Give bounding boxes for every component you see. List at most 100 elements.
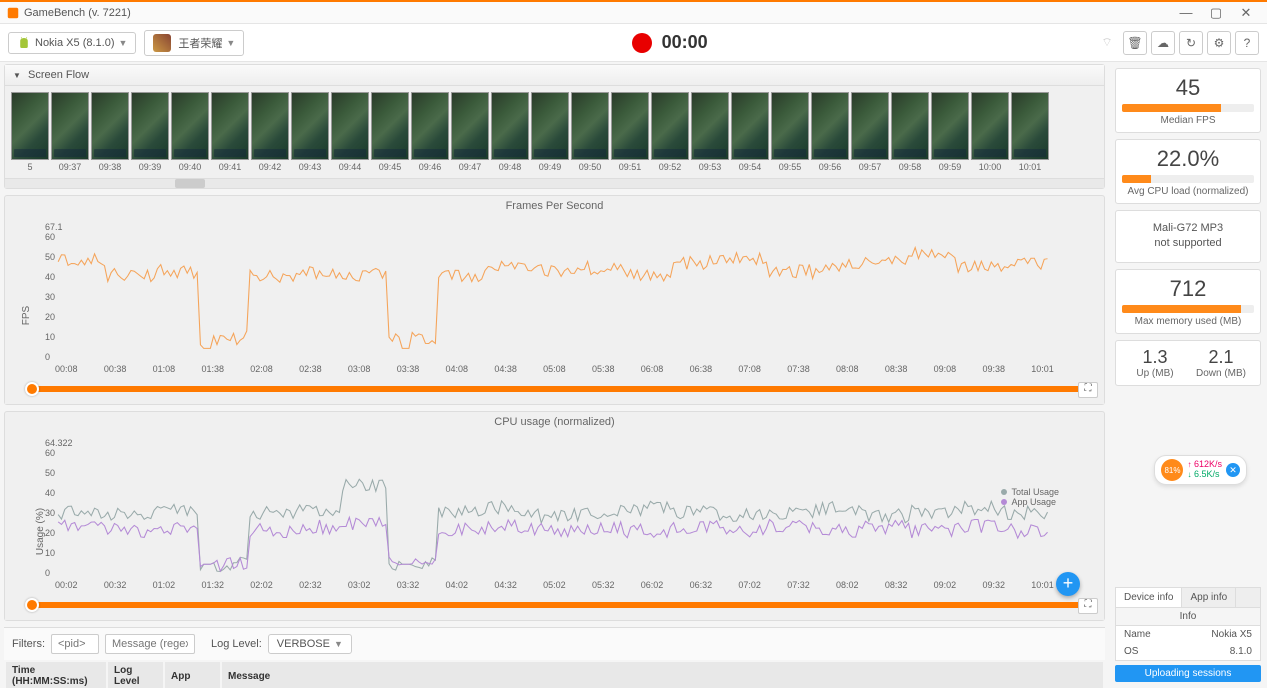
thumbnail[interactable]: 5	[11, 92, 49, 172]
speed-percent: 81%	[1161, 459, 1183, 481]
thumbnail[interactable]: 09:48	[491, 92, 529, 172]
thumbnail[interactable]: 09:46	[411, 92, 449, 172]
col-app[interactable]: App	[165, 662, 220, 688]
thumbnail[interactable]: 09:56	[811, 92, 849, 172]
thumbnail-image	[891, 92, 929, 160]
thumbnail-time: 09:48	[499, 162, 522, 172]
fps-slider[interactable]	[25, 386, 1084, 392]
fps-chart	[15, 222, 1094, 362]
thumbnail-image	[1011, 92, 1049, 160]
thumbnail[interactable]: 09:52	[651, 92, 689, 172]
thumbnail-time: 10:00	[979, 162, 1002, 172]
col-time[interactable]: Time (HH:MM:SS:ms)	[6, 662, 106, 688]
settings-button[interactable]: ⚙	[1207, 31, 1231, 55]
thumbnail[interactable]: 09:40	[171, 92, 209, 172]
thumbnail-image	[11, 92, 49, 160]
thumbnail-strip[interactable]: 509:3709:38 09:39 09:40 09:4109:4209:43 09:4…	[5, 86, 1104, 178]
network-speed-badge[interactable]: 81% ↑ 612K/s ↓ 6.5K/s ✕	[1154, 455, 1247, 485]
thumbnail-time: 09:56	[819, 162, 842, 172]
thumbnail-image	[691, 92, 729, 160]
toolbar: Nokia X5 (8.1.0) ▼ 王者荣耀 ▼ 00:00 ⌔ 🗑 ☁ ↻ …	[0, 24, 1267, 62]
screen-flow-header[interactable]: ▼ Screen Flow	[5, 65, 1104, 86]
thumbnail-image	[971, 92, 1009, 160]
log-level-dropdown[interactable]: VERBOSE ▼	[268, 634, 352, 654]
filter-bar: Filters: Log Level: VERBOSE ▼	[4, 627, 1105, 660]
thumbnail-image	[611, 92, 649, 160]
delete-button[interactable]: 🗑	[1123, 31, 1147, 55]
timer: 00:00	[662, 32, 708, 53]
thumbnail[interactable]: 09:49	[531, 92, 569, 172]
thumbnail-image	[531, 92, 569, 160]
cpu-expand-button[interactable]: ⛶	[1078, 598, 1098, 614]
thumbnail-image	[651, 92, 689, 160]
thumbnail-image	[171, 92, 209, 160]
thumbnail[interactable]: 09:38	[91, 92, 129, 172]
message-filter-input[interactable]	[105, 634, 195, 654]
col-message[interactable]: Message	[222, 662, 1103, 688]
thumbnail[interactable]: 09:57	[851, 92, 889, 172]
thumbnail[interactable]: 09:59	[931, 92, 969, 172]
help-button[interactable]: ?	[1235, 31, 1259, 55]
chevron-down-icon: ▼	[226, 38, 235, 48]
thumbnail[interactable]: 09:47	[451, 92, 489, 172]
thumbnail-image	[771, 92, 809, 160]
refresh-button[interactable]: ↻	[1179, 31, 1203, 55]
thumbnail-time: 09:59	[939, 162, 962, 172]
device-dropdown[interactable]: Nokia X5 (8.1.0) ▼	[8, 32, 136, 54]
cpu-chart-title: CPU usage (normalized)	[5, 412, 1104, 432]
thumbnail[interactable]: 09:58	[891, 92, 929, 172]
maximize-button[interactable]: ▢	[1201, 5, 1231, 21]
cpu-slider[interactable]	[25, 602, 1084, 608]
col-level[interactable]: Log Level	[108, 662, 163, 688]
thumbnail-time: 09:49	[539, 162, 562, 172]
thumbnail[interactable]: 09:42	[251, 92, 289, 172]
thumbnail-time: 09:45	[379, 162, 402, 172]
thumbnail[interactable]: 09:45	[371, 92, 409, 172]
thumbnail-image	[331, 92, 369, 160]
app-icon	[153, 34, 171, 52]
screen-flow-panel: ▼ Screen Flow 509:3709:38 09:39 09:40 09:41…	[4, 64, 1105, 189]
badge-close-button[interactable]: ✕	[1226, 463, 1240, 477]
thumbnail[interactable]: 09:51	[611, 92, 649, 172]
log-level-label: Log Level:	[211, 638, 262, 650]
record-button[interactable]	[632, 33, 652, 53]
thumbnail-time: 09:46	[419, 162, 442, 172]
app-info-tab[interactable]: App info	[1182, 588, 1236, 607]
thumbnail[interactable]: 10:00	[971, 92, 1009, 172]
upload-status[interactable]: Uploading sessions	[1115, 665, 1261, 682]
thumbnail[interactable]: 09:43	[291, 92, 329, 172]
thumbnail-image	[491, 92, 529, 160]
fps-expand-button[interactable]: ⛶	[1078, 382, 1098, 398]
chevron-down-icon: ▼	[334, 639, 343, 649]
pid-filter-input[interactable]	[51, 634, 99, 654]
thumbnail[interactable]: 09:37	[51, 92, 89, 172]
scrollbar-thumb[interactable]	[175, 179, 205, 188]
thumbnail-time: 09:44	[339, 162, 362, 172]
thumbnail-image	[211, 92, 249, 160]
thumbnail[interactable]: 09:41	[211, 92, 249, 172]
info-panel: Device info App info Info NameNokia X5 O…	[1115, 587, 1261, 682]
thumbnail[interactable]: 09:39	[131, 92, 169, 172]
cloud-button[interactable]: ☁	[1151, 31, 1175, 55]
thumbnail-image	[811, 92, 849, 160]
thumbnail[interactable]: 10:01	[1011, 92, 1049, 172]
device-info-tab[interactable]: Device info	[1116, 588, 1182, 607]
close-button[interactable]: ✕	[1231, 5, 1261, 21]
thumbnail-time: 09:39	[139, 162, 162, 172]
minimize-button[interactable]: —	[1171, 5, 1201, 20]
network-stat-card: 1.3 Up (MB) 2.1 Down (MB)	[1115, 340, 1261, 386]
thumbnail[interactable]: 09:54	[731, 92, 769, 172]
thumbnail[interactable]: 09:53	[691, 92, 729, 172]
app-dropdown[interactable]: 王者荣耀 ▼	[144, 30, 244, 56]
sidebar: 45 Median FPS 22.0% Avg CPU load (normal…	[1109, 62, 1267, 688]
collapse-icon: ▼	[13, 71, 21, 80]
thumbnail[interactable]: 09:50	[571, 92, 609, 172]
thumbnail-time: 09:40	[179, 162, 202, 172]
thumbnail[interactable]: 09:55	[771, 92, 809, 172]
thumbnail[interactable]: 09:44	[331, 92, 369, 172]
titlebar: GameBench (v. 7221) — ▢ ✕	[0, 2, 1267, 24]
thumbnail-image	[411, 92, 449, 160]
add-chart-button[interactable]: +	[1056, 572, 1080, 596]
memory-stat-card: 712 Max memory used (MB)	[1115, 269, 1261, 334]
median-fps-value: 45	[1122, 75, 1254, 101]
